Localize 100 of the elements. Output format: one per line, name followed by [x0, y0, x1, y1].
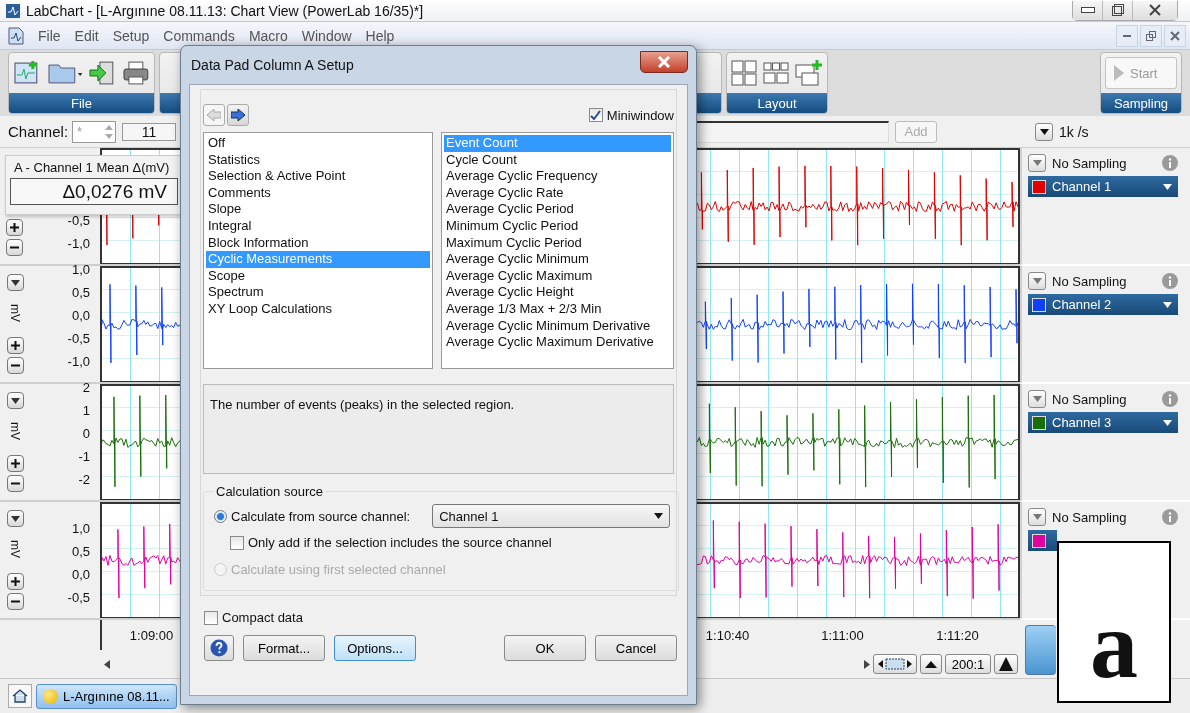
minimize-button[interactable] [1073, 0, 1103, 20]
zoom-out-button[interactable] [6, 475, 24, 492]
dialog-button[interactable]: Options... [334, 635, 416, 661]
window-title: LabChart - [L-Argınıne 08.11.13: Chart View (PowerLab 16/35)*] [26, 2, 425, 19]
category-item[interactable]: Comments [206, 184, 430, 202]
category-item[interactable]: Off [206, 135, 430, 152]
zoom-out-button[interactable] [6, 593, 24, 610]
caret-icon [10, 515, 20, 522]
triangle-icon [999, 657, 1013, 671]
scroll-left-icon[interactable] [104, 659, 110, 669]
menu-item[interactable]: Help [365, 27, 395, 44]
help-button[interactable] [204, 635, 234, 661]
document-tab[interactable]: L-Argınıne 08.11... [36, 683, 177, 709]
axis-tick-label: 1,0 [71, 261, 90, 278]
sampling-dropdown-button[interactable] [1028, 390, 1046, 408]
ratio-button[interactable]: 200:1 [945, 654, 991, 674]
function-item[interactable]: Average Cyclic Minimum [444, 251, 671, 268]
function-item[interactable]: Average Cyclic Height [444, 284, 671, 301]
close-button[interactable] [640, 51, 688, 73]
sampling-dropdown-button[interactable] [1028, 154, 1046, 172]
channel-menu-button[interactable] [6, 392, 24, 409]
info-icon[interactable] [1162, 155, 1178, 171]
scroll-right-icon[interactable] [864, 659, 870, 669]
restore-button[interactable] [1140, 24, 1162, 47]
caret-icon [1032, 278, 1042, 284]
dialog-button[interactable]: OK [504, 635, 586, 661]
printer-icon[interactable] [122, 59, 150, 87]
checkbox[interactable]: Compact data [204, 610, 677, 625]
channel-selector[interactable] [1028, 530, 1057, 551]
function-item[interactable]: Average 1/3 Max + 2/3 Min [444, 300, 671, 318]
zoom-in-button[interactable] [6, 337, 24, 354]
channel-selector[interactable]: Channel 3 [1028, 412, 1178, 433]
home-icon [12, 689, 28, 703]
category-item[interactable]: Selection & Active Point [206, 168, 430, 185]
function-item[interactable]: Cycle Count [444, 151, 671, 169]
category-item[interactable]: Block Information [206, 234, 430, 252]
axis-tick-label: 0,5 [71, 284, 90, 301]
category-item[interactable]: XY Loop Calculations [206, 300, 430, 318]
add-window-icon[interactable] [795, 59, 823, 87]
menu-item[interactable]: File [38, 27, 61, 44]
sample-rate-text: 1k /s [1059, 123, 1089, 140]
group-label: Sampling [1101, 93, 1181, 113]
compress-button[interactable] [920, 654, 942, 674]
sampling-dropdown-button[interactable] [1028, 508, 1046, 526]
zoom-in-button[interactable] [6, 573, 24, 590]
channel-selector[interactable]: Channel 2 [1028, 294, 1178, 315]
axis-tick-label: 0,5 [71, 543, 90, 560]
zoom-out-button[interactable] [6, 357, 24, 374]
close-button[interactable] [1133, 0, 1177, 20]
info-icon[interactable] [1162, 273, 1178, 289]
menu-item[interactable]: Macro [248, 27, 288, 44]
function-item[interactable]: Average Cyclic Frequency [444, 168, 671, 185]
expand-button[interactable] [994, 654, 1018, 674]
minimize-button[interactable] [1116, 24, 1138, 47]
info-icon[interactable] [1162, 509, 1178, 525]
checkmark-icon [590, 109, 602, 121]
dialog-button[interactable]: Format... [243, 635, 325, 661]
forward-button[interactable] [227, 104, 249, 126]
checkbox[interactable]: Only add if the selection includes the source channel [230, 535, 671, 550]
category-item[interactable]: Slope [206, 201, 430, 218]
function-item[interactable]: Maximum Cyclic Period [444, 234, 671, 252]
sampling-status: No Sampling [1052, 273, 1128, 289]
chart-view-icon[interactable] [1025, 625, 1056, 675]
function-item[interactable]: Average Cyclic Maximum [444, 267, 671, 285]
function-item[interactable]: Average Cyclic Period [444, 201, 671, 218]
menu-item[interactable]: Edit [74, 27, 99, 44]
channel-selector[interactable]: Channel 1 [1028, 176, 1178, 197]
category-item[interactable]: Spectrum [206, 284, 430, 301]
function-item[interactable]: Average Cyclic Minimum Derivative [444, 317, 671, 335]
category-item[interactable]: Statistics [206, 151, 430, 169]
home-button[interactable] [8, 684, 32, 708]
grid-layout-icon[interactable] [763, 60, 789, 86]
rate-dropdown-button[interactable] [1035, 122, 1054, 141]
circle-icon [43, 688, 58, 704]
function-item[interactable]: Minimum Cyclic Period [444, 217, 671, 235]
channel-menu-button[interactable] [6, 510, 24, 527]
channel-menu-button[interactable] [6, 274, 24, 291]
zoom-in-button[interactable] [6, 455, 24, 472]
axis-tick-label: 2 [82, 379, 90, 396]
channel-dropdown[interactable]: Channel 1 [432, 504, 671, 528]
radio-button[interactable] [214, 509, 227, 523]
grid-layout-icon[interactable] [731, 60, 757, 86]
help-icon [210, 639, 228, 657]
category-item[interactable]: Scope [206, 267, 430, 285]
function-item[interactable]: Average Cyclic Rate [444, 184, 671, 202]
minimize-icon [1123, 34, 1131, 37]
fit-width-button[interactable] [873, 654, 917, 674]
sampling-dropdown-button[interactable] [1028, 272, 1046, 290]
info-icon[interactable] [1162, 391, 1178, 407]
menu-item[interactable]: Commands [163, 27, 235, 44]
checkbox[interactable]: Miniwindow [588, 107, 674, 123]
zoom-out-button[interactable] [6, 239, 23, 256]
category-item[interactable]: Integral [206, 217, 430, 235]
restore-button[interactable] [1103, 0, 1133, 20]
function-item[interactable]: Average Cyclic Maximum Derivative [444, 334, 671, 351]
dialog-button[interactable]: Cancel [595, 635, 677, 661]
menu-item[interactable]: Window [301, 27, 352, 44]
menu-item[interactable]: Setup [112, 27, 150, 44]
number-field[interactable]: 11 [122, 122, 177, 141]
zoom-in-button[interactable] [6, 219, 23, 236]
